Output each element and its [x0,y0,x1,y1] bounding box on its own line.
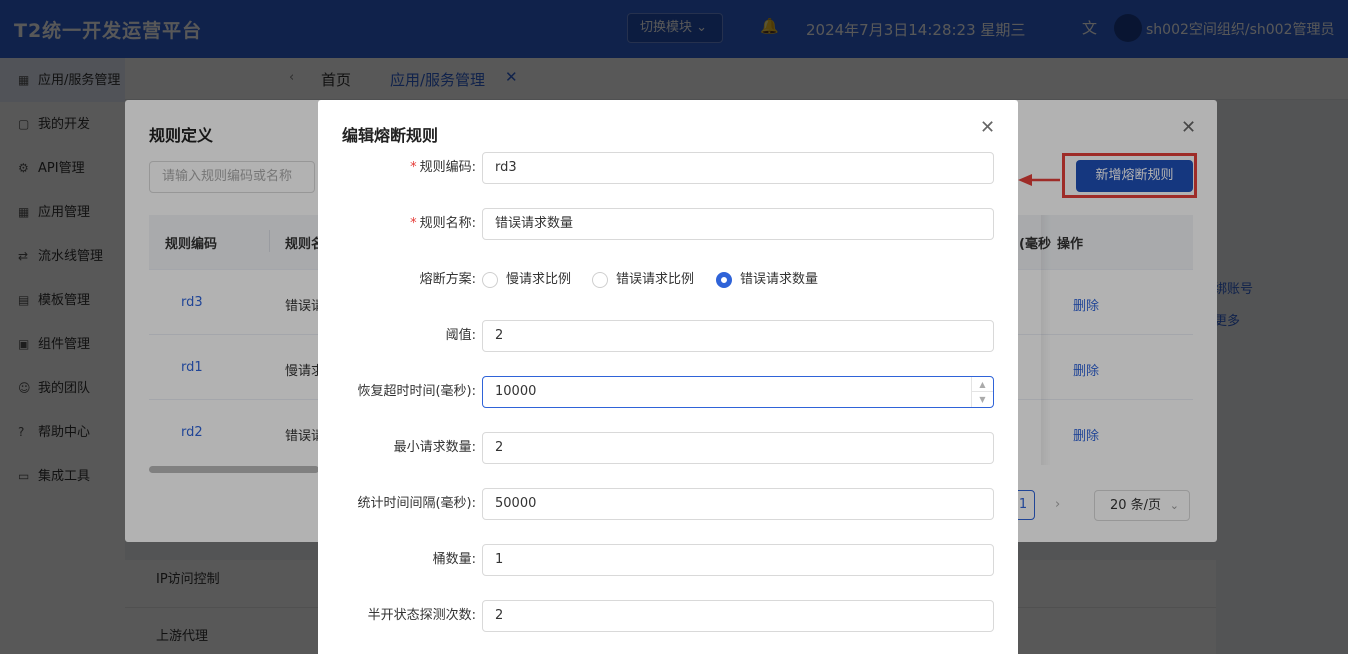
radio-label: 错误请求比例 [616,272,695,287]
radio-label: 错误请求数量 [740,272,819,287]
field-label: 阈值: [445,328,476,343]
dialog-title: 编辑熔断规则 [342,126,439,145]
form-row-bucket-count: 桶数量: 1 [318,544,1018,576]
half-open-probes-input[interactable]: 2 [482,600,994,632]
stat-interval-input[interactable]: 50000 [482,488,994,520]
chevron-down-icon[interactable]: ▼ [972,392,993,407]
radio-circle [592,272,608,288]
form-row-min-requests: 最小请求数量: 2 [318,432,1018,464]
recovery-timeout-input[interactable]: 10000 ▲ ▼ [482,376,994,408]
radio-label: 慢请求比例 [506,272,572,287]
bucket-count-input[interactable]: 1 [482,544,994,576]
form-row-stat-interval: 统计时间间隔(毫秒): 50000 [318,488,1018,520]
radio-circle-selected [716,272,732,288]
form-row-strategy: 熔断方案: 慢请求比例 错误请求比例 错误请求数量 [318,264,1018,296]
form-row-threshold: 阈值: 2 [318,320,1018,352]
form-row-name: * 规则名称: 错误请求数量 [318,208,1018,240]
min-requests-input[interactable]: 2 [482,432,994,464]
field-label: * 规则编码: [410,160,476,175]
edit-circuit-rule-dialog: 编辑熔断规则 ✕ * 规则编码: rd3 * 规则名称: 错误请求数量 熔断方案: … [318,100,1018,654]
required-star-icon: * [410,216,417,231]
field-label: 最小请求数量: [393,440,476,455]
input-value: 10000 [495,384,537,399]
rule-name-input[interactable]: 错误请求数量 [482,208,994,240]
field-label: 统计时间间隔(毫秒): [357,496,476,511]
form-row-recovery-timeout: 恢复超时时间(毫秒): 10000 ▲ ▼ [318,376,1018,408]
field-label: 熔断方案: [419,272,476,287]
field-label: 恢复超时时间(毫秒): [357,384,476,399]
close-icon[interactable]: ✕ [980,117,995,138]
rule-code-input[interactable]: rd3 [482,152,994,184]
chevron-up-icon[interactable]: ▲ [972,377,993,392]
field-label: 半开状态探测次数: [367,608,476,623]
required-star-icon: * [410,160,417,175]
field-label: * 规则名称: [410,216,476,231]
field-label: 桶数量: [432,552,476,567]
radio-circle [482,272,498,288]
threshold-input[interactable]: 2 [482,320,994,352]
form-row-code: * 规则编码: rd3 [318,152,1018,184]
number-stepper[interactable]: ▲ ▼ [971,377,993,407]
form-row-half-open-probes: 半开状态探测次数: 2 [318,600,1018,632]
